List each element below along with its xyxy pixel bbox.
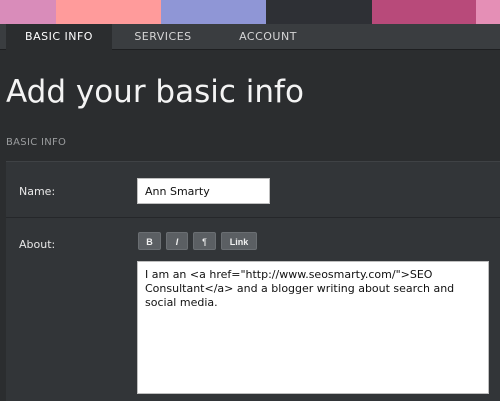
about-label: About: (19, 238, 56, 251)
color-swatch-4 (266, 0, 372, 24)
color-swatch-5 (372, 0, 476, 24)
link-button[interactable]: Link (221, 232, 257, 250)
color-swatch-3 (161, 0, 266, 24)
about-textarea[interactable]: I am an <a href="http://www.seosmarty.co… (137, 261, 489, 394)
color-swatch-6 (476, 0, 500, 24)
color-strip (0, 0, 500, 24)
color-swatch-1 (0, 0, 56, 24)
bold-button[interactable]: B (138, 232, 161, 250)
section-label: BASIC INFO (6, 137, 67, 148)
tab-services[interactable]: SERVICES (112, 24, 214, 50)
page-title: Add your basic info (6, 74, 304, 110)
name-input[interactable] (137, 178, 270, 204)
color-swatch-2 (56, 0, 161, 24)
tab-account[interactable]: ACCOUNT (214, 24, 322, 50)
paragraph-button[interactable]: ¶ (193, 232, 216, 250)
name-label: Name: (19, 185, 56, 198)
italic-button[interactable]: I (166, 232, 188, 250)
tab-basic-info[interactable]: BASIC INFO (6, 24, 112, 50)
form-row-divider (6, 217, 500, 218)
main-tab-bar: BASIC INFO SERVICES ACCOUNT (0, 24, 500, 50)
